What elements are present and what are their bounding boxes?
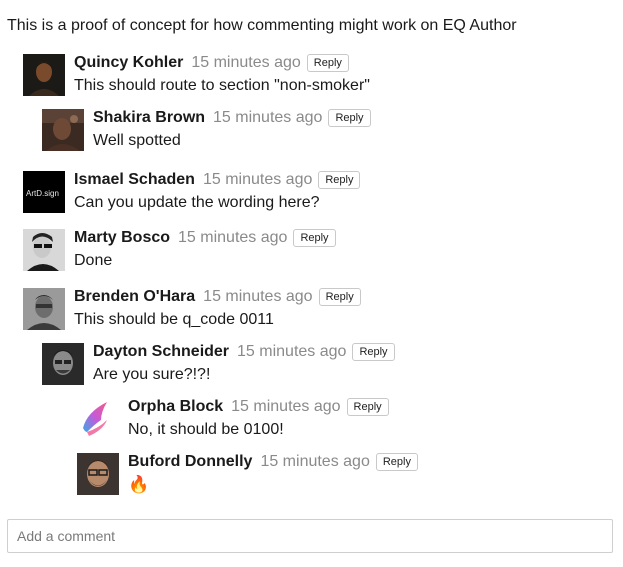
comment-author[interactable]: Dayton Schneider <box>93 343 229 361</box>
comment-timestamp: 15 minutes ago <box>231 398 341 415</box>
avatar <box>77 398 119 440</box>
comment-timestamp: 15 minutes ago <box>213 109 323 126</box>
reply-button[interactable]: Reply <box>352 343 395 361</box>
comment-text: Well spotted <box>93 132 181 149</box>
comment-text: This should route to section "non-smoker… <box>74 77 370 94</box>
comment-text: 🔥 <box>128 475 150 494</box>
avatar <box>77 453 119 495</box>
avatar-logo-text: ArtD.sign <box>26 189 59 198</box>
comment-text: Are you sure?!?! <box>93 366 211 383</box>
comment-text: This should be q_code 0011 <box>74 311 274 328</box>
comment-author[interactable]: Ismael Schaden <box>74 171 195 189</box>
comment-author[interactable]: Quincy Kohler <box>74 54 183 72</box>
comment-timestamp: 15 minutes ago <box>237 343 347 360</box>
avatar <box>23 288 65 330</box>
avatar <box>42 343 84 385</box>
reply-button[interactable]: Reply <box>328 109 371 127</box>
avatar <box>23 54 65 96</box>
avatar <box>23 229 65 271</box>
reply-button[interactable]: Reply <box>318 288 361 306</box>
comment-author[interactable]: Brenden O'Hara <box>74 288 195 306</box>
comment-timestamp: 15 minutes ago <box>203 288 313 305</box>
comment-text: No, it should be 0100! <box>128 421 284 438</box>
avatar <box>42 109 84 151</box>
comment-author[interactable]: Shakira Brown <box>93 109 205 127</box>
comment-timestamp: 15 minutes ago <box>202 171 313 188</box>
reply-button[interactable]: Reply <box>293 229 336 247</box>
comment-text: Can you update the wording here? <box>74 194 320 211</box>
reply-button[interactable]: Reply <box>318 171 361 189</box>
avatar: ArtD.sign <box>23 171 65 213</box>
add-comment-input[interactable] <box>7 519 613 553</box>
reply-button[interactable]: Reply <box>306 54 349 72</box>
page-intro: This is a proof of concept for how comme… <box>7 17 517 34</box>
comment-text: Done <box>74 252 113 269</box>
reply-button[interactable]: Reply <box>346 398 389 416</box>
comment-author[interactable]: Marty Bosco <box>74 229 170 247</box>
comment-timestamp: 15 minutes ago <box>260 453 370 470</box>
comment-timestamp: 15 minutes ago <box>178 229 288 246</box>
comment-author[interactable]: Orpha Block <box>128 398 223 416</box>
comment-timestamp: 15 minutes ago <box>191 54 301 71</box>
comment-author[interactable]: Buford Donnelly <box>128 453 252 471</box>
reply-button[interactable]: Reply <box>375 453 418 471</box>
